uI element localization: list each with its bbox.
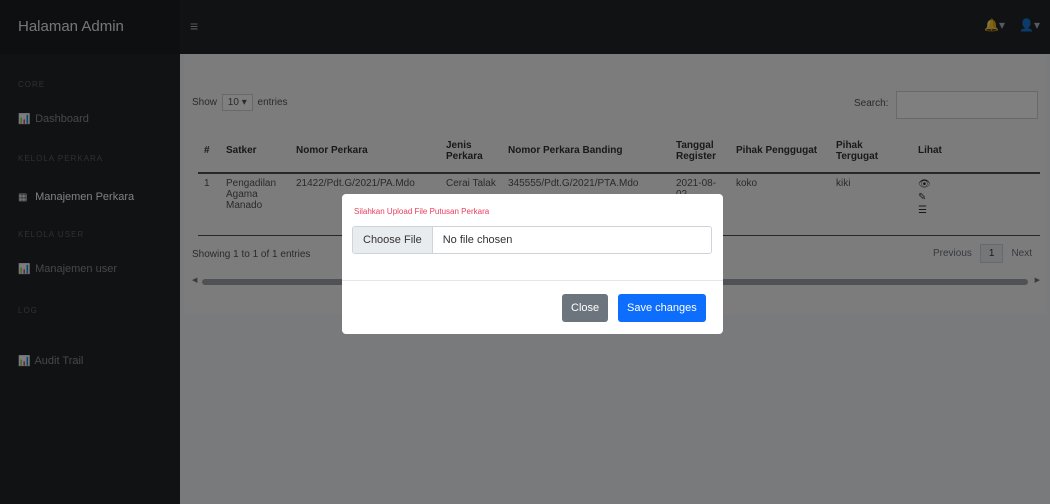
close-button[interactable]: Close xyxy=(562,294,609,322)
file-input[interactable]: Choose File No file chosen xyxy=(352,226,712,254)
upload-modal: Silahkan Upload File Putusan Perkara Cho… xyxy=(342,194,723,334)
modal-divider xyxy=(342,280,723,281)
file-status: No file chosen xyxy=(442,234,513,246)
save-changes-button[interactable]: Save changes xyxy=(618,294,706,322)
modal-message: Silahkan Upload File Putusan Perkara xyxy=(354,207,490,216)
choose-file-button[interactable]: Choose File xyxy=(353,227,433,253)
